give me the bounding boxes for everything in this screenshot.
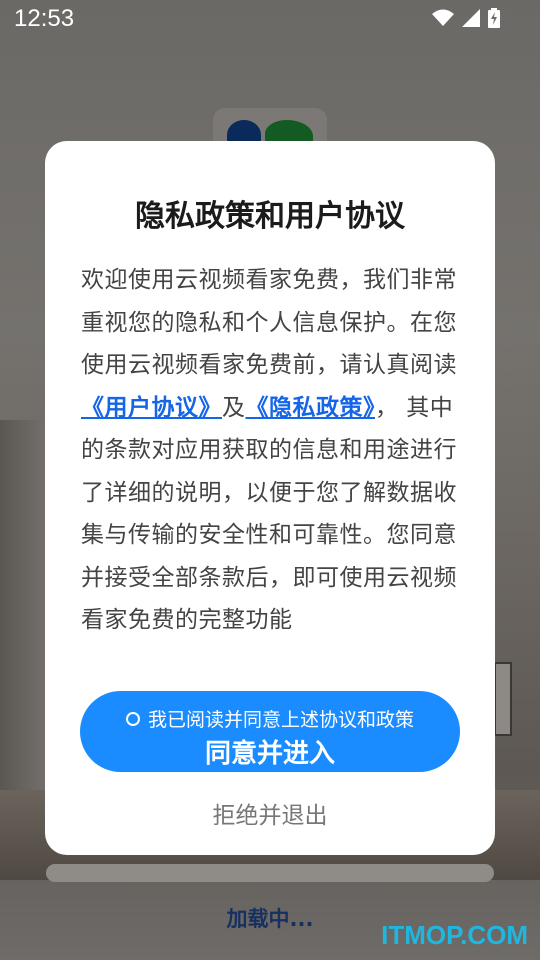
consent-checkbox-row[interactable]: 我已阅读并同意上述协议和政策 xyxy=(80,705,460,732)
and-text: 及 xyxy=(222,394,246,421)
body-intro-text: 欢迎使用云视频看家免费，我们非常重视您的隐私和个人信息保护。在您使用云视频看家免… xyxy=(81,267,457,378)
status-time: 12:53 xyxy=(14,5,75,32)
agree-button-label: 同意并进入 xyxy=(204,739,335,769)
status-bar: 12:53 xyxy=(0,0,540,38)
status-icons xyxy=(432,8,500,28)
body-rest-text: ， 其中的条款对应用获取的信息和用途进行了详细的说明，以便于您了解数据收集与传输… xyxy=(81,394,457,634)
consent-radio-icon[interactable] xyxy=(125,711,140,726)
user-agreement-link[interactable]: 《用户协议》 xyxy=(81,395,222,421)
dialog-title: 隐私政策和用户协议 xyxy=(135,199,405,234)
consent-checkbox-label: 我已阅读并同意上述协议和政策 xyxy=(147,709,414,731)
privacy-dialog: 隐私政策和用户协议 欢迎使用云视频看家免费，我们非常重视您的隐私和个人信息保护。… xyxy=(45,141,495,855)
wifi-icon xyxy=(432,9,454,27)
loading-progress-bar xyxy=(46,864,494,882)
cell-signal-icon xyxy=(462,9,480,27)
watermark: ITMOP.COM xyxy=(381,920,528,950)
background-picture-frame xyxy=(494,662,512,736)
reject-and-exit-button[interactable]: 拒绝并退出 xyxy=(45,796,495,830)
agree-and-enter-button[interactable]: 我已阅读并同意上述协议和政策 同意并进入 xyxy=(80,691,460,772)
dialog-body: 欢迎使用云视频看家免费，我们非常重视您的隐私和个人信息保护。在您使用云视频看家免… xyxy=(81,259,465,642)
privacy-policy-link[interactable]: 《隐私政策》 xyxy=(246,395,376,421)
battery-charging-icon xyxy=(488,8,500,28)
